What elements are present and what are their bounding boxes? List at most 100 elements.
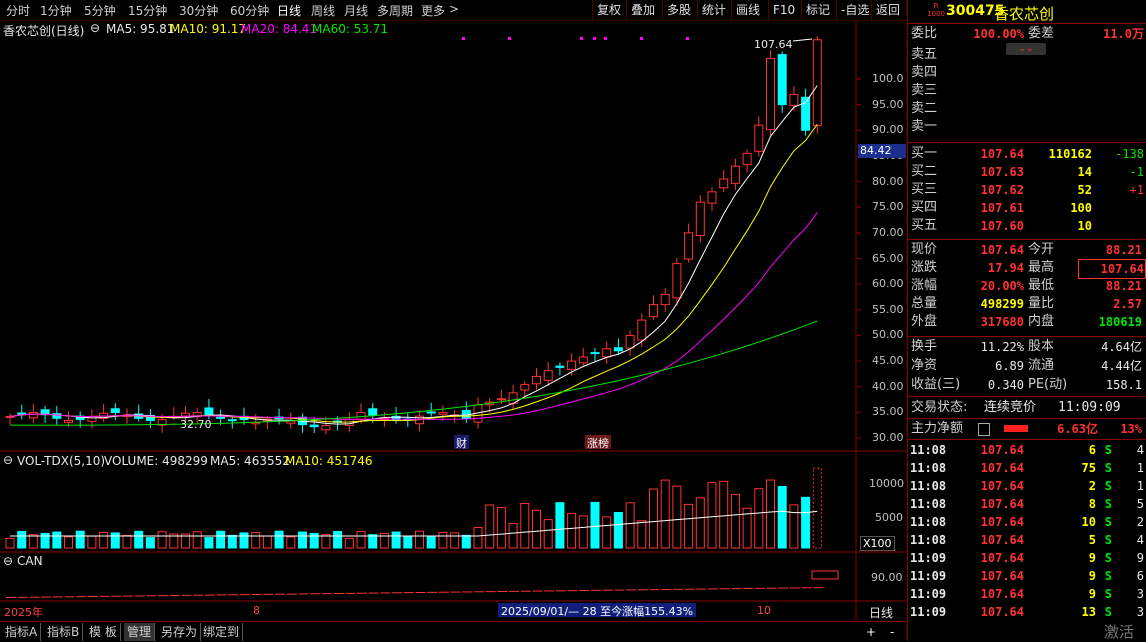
can-step (357, 592, 367, 594)
trade-status-row: 交易状态: 连续竞价 11:09:09 (908, 399, 1146, 417)
tool-tongji[interactable]: 统计 (697, 0, 730, 20)
tick-price: 107.64 (980, 515, 1024, 529)
high-price-label: 107.64 (754, 38, 793, 51)
tick-side: S (1104, 533, 1112, 547)
tick-count: 4 (1136, 533, 1144, 547)
mainflow-detail-icon[interactable] (978, 423, 990, 436)
separator (908, 418, 1146, 419)
zoom-in-icon[interactable]: + (863, 623, 879, 641)
can-step (672, 588, 683, 590)
can-step (801, 587, 812, 589)
sell-level-row[interactable]: 卖一 (908, 118, 1146, 136)
quote-value: 107.64 (1078, 259, 1146, 279)
candle-body (87, 415, 97, 422)
volume-bar (286, 536, 296, 549)
tick-side: S (1104, 569, 1112, 583)
tool-fuquan[interactable]: 复权 (592, 0, 625, 20)
period-1min[interactable]: 1分钟 (40, 2, 72, 19)
period-multi[interactable]: 多周期 (377, 2, 413, 19)
buy-level-row[interactable]: 买二 107.63 14 -1 (908, 163, 1146, 181)
tick-price: 107.64 (980, 587, 1024, 601)
buy-level-volume: 100 (1070, 201, 1092, 215)
tick-volume: 6 (1088, 443, 1096, 457)
tick-side: S (1104, 551, 1112, 565)
tab-indicator-b[interactable]: 指标B (44, 623, 84, 641)
period-monthly[interactable]: 月线 (344, 2, 368, 19)
sell-level-row[interactable]: 卖四 (908, 64, 1146, 82)
signal-dot (580, 37, 583, 40)
kline-svg[interactable] (0, 21, 906, 621)
period-weekly[interactable]: 周线 (311, 2, 335, 19)
tool-diejia[interactable]: 叠加 (626, 0, 659, 20)
mainflow-value: 6.63亿 (1057, 422, 1098, 436)
buy-level-row[interactable]: 买五 107.60 10 (908, 217, 1146, 235)
volume-bar (415, 530, 424, 549)
tab-save-as[interactable]: 另存为 (158, 623, 202, 641)
can-step (251, 594, 262, 595)
tool-fanhui[interactable]: 返回 (871, 0, 904, 20)
volume-bar (239, 532, 249, 549)
tool-f10[interactable]: F10 (768, 0, 799, 20)
period-fenshi[interactable]: 分时 (6, 2, 30, 19)
tab-indicator-a[interactable]: 指标A (2, 623, 42, 641)
chart-collapse-icon[interactable]: ⊖ (90, 21, 100, 35)
event-tag-zhangbang[interactable]: 涨榜 (585, 435, 611, 450)
period-15min[interactable]: 15分钟 (128, 2, 167, 19)
buy-level-change: +1 (1129, 183, 1144, 197)
price-tick: 90.00 (872, 123, 904, 137)
volume-tick-10000: 10000 (869, 477, 904, 490)
volume-collapse-icon[interactable]: ⊖ (3, 453, 13, 467)
tool-duogu[interactable]: 多股 (662, 0, 695, 20)
more-arrow-icon[interactable]: > (449, 2, 459, 16)
can-step (450, 591, 461, 593)
period-60min[interactable]: 60分钟 (230, 2, 269, 19)
tick-time: 11:08 (910, 533, 947, 547)
buy-level-volume: 52 (1077, 183, 1092, 197)
buy-level-row[interactable]: 买一 107.64 110162 -138 (908, 145, 1146, 163)
tool-huaxian[interactable]: 画线 (731, 0, 764, 20)
volume-bar (660, 479, 670, 549)
can-collapse-icon[interactable]: ⊖ (3, 554, 13, 568)
sell-level-row[interactable]: 卖五 (908, 46, 1146, 64)
volume-bar (801, 496, 811, 549)
candle-body (789, 93, 799, 106)
price-tick: 95.00 (872, 97, 904, 111)
event-tag-cai[interactable]: 财 (454, 435, 469, 450)
tick-time: 11:08 (910, 443, 947, 457)
sell-level-row[interactable]: 卖二 (908, 100, 1146, 118)
ma5-label: MA5: 95.81 (106, 22, 175, 36)
buy-level-row[interactable]: 买四 107.61 100 (908, 199, 1146, 217)
tick-time: 11:09 (910, 587, 947, 601)
buy-level-price: 107.60 (980, 219, 1024, 233)
volume-indicator-name: VOL-TDX(5,10) (17, 454, 106, 468)
tab-template[interactable]: 模 板 (86, 623, 121, 641)
tool-biaoji[interactable]: 标记 (801, 0, 834, 20)
volume-bar (298, 531, 307, 549)
period-daily[interactable]: 日线 (277, 2, 301, 19)
kline-chart-area[interactable]: 香农芯创(日线) ⊖ MA5: 95.81 MA10: 91.17 MA20: … (0, 21, 906, 621)
tick-side: S (1104, 605, 1112, 619)
tab-manage[interactable]: 管理 (124, 623, 156, 641)
volume-unit: X100 (860, 536, 895, 551)
zoom-out-icon[interactable]: - (887, 623, 897, 641)
period-more[interactable]: 更多 (421, 2, 445, 19)
can-step (111, 595, 122, 597)
buy-level-row[interactable]: 买三 107.62 52 +1 (908, 181, 1146, 199)
candle-body (227, 419, 237, 422)
period-5min[interactable]: 5分钟 (84, 2, 116, 19)
can-step (719, 588, 730, 590)
range-stat-box: 2025/09/01/— 28 至今涨幅155.43% (498, 603, 697, 618)
tick-count: 6 (1136, 569, 1144, 583)
tab-bind-to[interactable]: 绑定到 (200, 623, 244, 641)
candle-body (110, 408, 120, 413)
quote-value: 2.57 (1113, 297, 1142, 311)
volume-bar (567, 512, 577, 549)
sell-level-row[interactable]: 卖三 (908, 82, 1146, 100)
trade-status-label: 交易状态: (911, 400, 968, 415)
signal-dot (593, 37, 596, 40)
can-step (99, 595, 110, 597)
buy-level-label: 买二 (911, 164, 938, 179)
tick-count: 3 (1136, 605, 1144, 619)
tool-zixuan[interactable]: -自选 (836, 0, 873, 20)
period-30min[interactable]: 30分钟 (179, 2, 218, 19)
